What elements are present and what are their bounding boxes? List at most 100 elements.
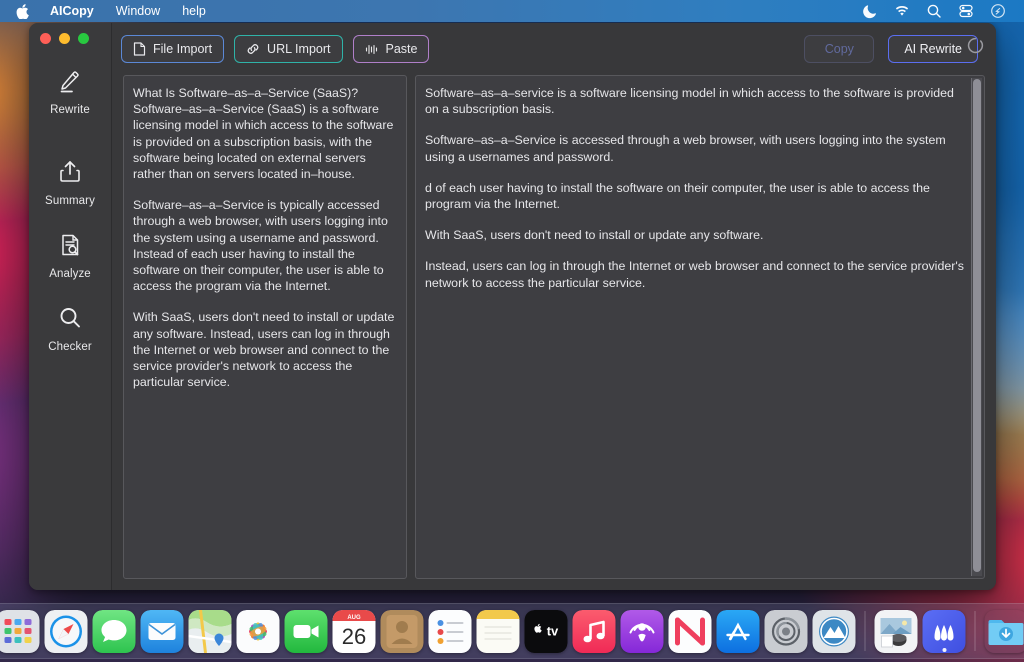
dock-appstore[interactable] — [716, 610, 760, 653]
sidebar-item-label-analyze: Analyze — [49, 268, 91, 280]
aicopy-window: Rewrite Summary Analyze Checker File Imp… — [29, 23, 996, 590]
appstore-icon[interactable] — [716, 610, 760, 653]
output-panel-scrollbar[interactable] — [971, 78, 982, 576]
wifi-icon[interactable] — [894, 3, 910, 19]
upload-box-icon — [55, 157, 85, 187]
system-settings-gear-icon[interactable] — [764, 610, 808, 653]
waveform-icon — [365, 43, 379, 56]
dock-mountain-app[interactable] — [812, 610, 856, 653]
dock-notes[interactable] — [476, 610, 520, 653]
loading-spinner-icon — [967, 37, 984, 54]
reminders-icon[interactable] — [428, 610, 472, 653]
ai-rewrite-label: AI Rewrite — [904, 42, 962, 56]
url-import-button[interactable]: URL Import — [234, 35, 343, 63]
sidebar-item-analyze[interactable]: Analyze — [29, 217, 112, 290]
dock-preview[interactable] — [874, 610, 918, 653]
maps-icon[interactable] — [188, 610, 232, 653]
dock-photos[interactable] — [236, 610, 280, 653]
dock-facetime[interactable] — [284, 610, 328, 653]
dock-system-settings[interactable] — [764, 610, 808, 653]
copy-label: Copy — [824, 42, 854, 56]
ai-rewrite-button[interactable]: AI Rewrite — [888, 35, 978, 63]
sidebar-item-label-rewrite: Rewrite — [50, 104, 90, 116]
control-center-icon[interactable] — [958, 3, 974, 19]
notes-icon[interactable] — [476, 610, 520, 653]
sidebar-item-checker[interactable]: Checker — [29, 290, 112, 363]
source-paragraph: What Is Software–as–a–Service (SaaS)? So… — [133, 86, 394, 182]
menu-window[interactable]: Window — [105, 0, 171, 22]
link-icon — [246, 42, 260, 56]
main-content: File Import URL Import Paste Copy AI Rew… — [112, 23, 996, 590]
output-paragraph: d of each user having to install the sof… — [425, 180, 930, 212]
spotlight-search-icon[interactable] — [926, 3, 942, 19]
dock-aicopy[interactable] — [922, 610, 966, 653]
dock-separator — [864, 611, 866, 651]
aicopy-icon[interactable] — [922, 610, 966, 653]
podcasts-icon[interactable] — [620, 610, 664, 653]
source-paragraph: With SaaS, users don't need to install o… — [133, 310, 395, 390]
file-import-button[interactable]: File Import — [121, 35, 225, 63]
minimize-button[interactable] — [59, 33, 70, 44]
sidebar-item-label-summary: Summary — [45, 195, 95, 207]
dock-news[interactable] — [668, 610, 712, 653]
menu-help[interactable]: help — [171, 0, 217, 22]
messages-icon[interactable] — [92, 610, 136, 653]
dock-launchpad[interactable] — [0, 610, 40, 653]
appletv-icon[interactable]: tv — [524, 610, 568, 653]
paste-button[interactable]: Paste — [352, 35, 430, 63]
music-icon[interactable] — [572, 610, 616, 653]
apple-logo-icon[interactable] — [8, 3, 39, 19]
dock-music[interactable] — [572, 610, 616, 653]
calendar-month: AUG — [347, 615, 361, 621]
output-paragraph: With SaaS, users don't need to install o… — [425, 228, 764, 243]
output-text-panel[interactable]: Software–as–a–service is a software lice… — [415, 75, 985, 579]
document-icon — [133, 42, 146, 56]
output-paragraph: Software–as–a–service is a software lice… — [425, 86, 954, 117]
maximize-button[interactable] — [78, 33, 89, 44]
photos-icon[interactable] — [236, 610, 280, 653]
dock-contacts[interactable] — [380, 610, 424, 653]
dock-podcasts[interactable] — [620, 610, 664, 653]
paste-label: Paste — [385, 42, 418, 56]
downloads-folder-icon[interactable] — [985, 610, 1024, 653]
launchpad-icon[interactable] — [0, 610, 40, 653]
dock-calendar[interactable]: AUG 26 — [332, 610, 376, 653]
calendar-day: 26 — [342, 624, 366, 649]
toolbar: File Import URL Import Paste Copy AI Rew… — [112, 23, 996, 75]
toolbar-right-group: Copy AI Rewrite — [804, 35, 978, 63]
output-paragraph: Software–as–a–Service is accessed throug… — [425, 133, 946, 164]
source-paragraph: Software–as–a–Service is typically acces… — [133, 198, 388, 294]
copy-button[interactable]: Copy — [804, 35, 875, 63]
window-controls — [40, 33, 89, 44]
panels-container: What Is Software–as–a–Service (SaaS)? So… — [112, 75, 996, 590]
close-button[interactable] — [40, 33, 51, 44]
siri-icon[interactable] — [990, 3, 1006, 19]
do-not-disturb-moon-icon[interactable] — [862, 3, 878, 19]
menu-bar: AICopy Window help — [0, 0, 1024, 22]
running-indicator — [942, 648, 946, 652]
dock-mail[interactable] — [140, 610, 184, 653]
mountain-icon[interactable] — [812, 610, 856, 653]
calendar-icon[interactable]: AUG 26 — [332, 610, 376, 653]
contacts-icon[interactable] — [380, 610, 424, 653]
dock-appletv[interactable]: tv — [524, 610, 568, 653]
dock-reminders[interactable] — [428, 610, 472, 653]
dock: AUG 26 tv — [0, 603, 1024, 659]
url-import-label: URL Import — [267, 42, 331, 56]
dock-messages[interactable] — [92, 610, 136, 653]
mail-icon[interactable] — [140, 610, 184, 653]
news-icon[interactable] — [668, 610, 712, 653]
safari-icon[interactable] — [44, 610, 88, 653]
dock-safari[interactable] — [44, 610, 88, 653]
output-paragraph: Instead, users can log in through the In… — [425, 259, 964, 290]
sidebar-item-rewrite[interactable]: Rewrite — [29, 53, 112, 126]
output-panel-scrollbar-thumb[interactable] — [973, 79, 981, 573]
sidebar-item-summary[interactable]: Summary — [29, 144, 112, 217]
menu-app-name[interactable]: AICopy — [39, 0, 105, 22]
dock-maps[interactable] — [188, 610, 232, 653]
dock-separator — [974, 611, 976, 651]
facetime-icon[interactable] — [284, 610, 328, 653]
source-text-panel[interactable]: What Is Software–as–a–Service (SaaS)? So… — [123, 75, 407, 579]
preview-icon[interactable] — [874, 610, 918, 653]
dock-downloads[interactable] — [985, 610, 1024, 653]
